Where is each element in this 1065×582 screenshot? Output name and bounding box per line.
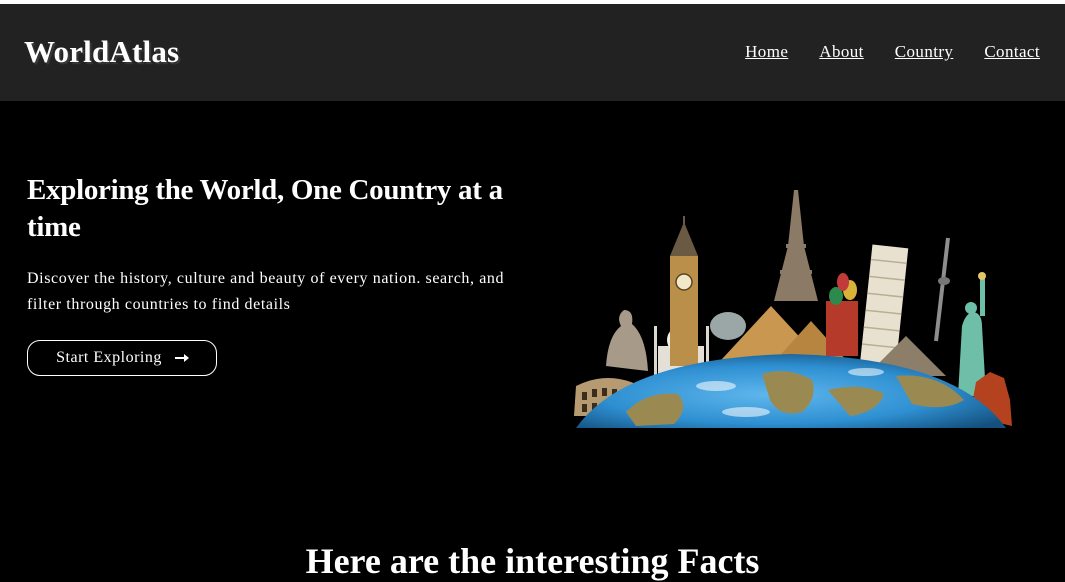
big-ben-landmark	[670, 216, 698, 366]
section-title: Here are the interesting Facts	[305, 541, 760, 581]
tower-spire	[934, 237, 950, 342]
site-logo[interactable]: WorldAtlas	[24, 34, 179, 70]
start-exploring-label: Start Exploring	[56, 349, 162, 366]
nav-home-link[interactable]: Home	[745, 42, 788, 62]
world-landmarks-globe-image	[574, 190, 1012, 428]
hero-description: Discover the history, culture and beauty…	[27, 270, 505, 313]
st-basil-cathedral-landmark	[826, 273, 858, 356]
start-exploring-button[interactable]: Start Exploring	[27, 340, 217, 376]
main-nav: Home About Country Contact	[745, 42, 1040, 62]
dome-landmark	[710, 312, 746, 340]
hero-title: Exploring the World, One Country at a ti…	[27, 174, 503, 243]
statue-of-liberty-landmark	[958, 272, 986, 396]
arrow-right-icon	[174, 353, 190, 363]
nav-about-link[interactable]: About	[819, 42, 864, 62]
nav-country-link[interactable]: Country	[895, 42, 954, 62]
buddha-statue	[606, 310, 648, 371]
site-header: WorldAtlas Home About Country Contact	[0, 4, 1065, 101]
nav-contact-link[interactable]: Contact	[984, 42, 1040, 62]
eiffel-tower-landmark	[774, 190, 818, 301]
